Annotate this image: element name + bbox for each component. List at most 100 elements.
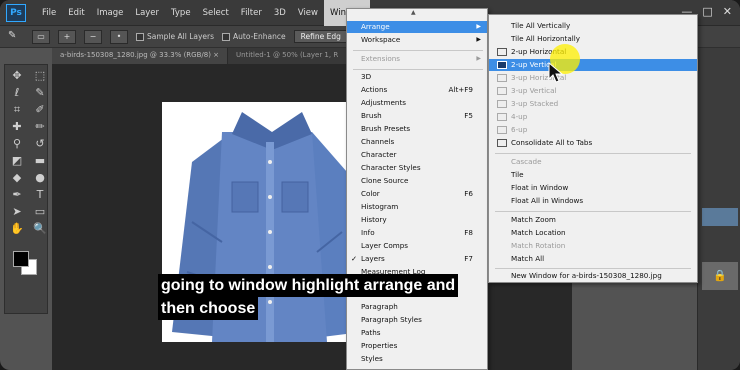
menu-type[interactable]: Type [165, 0, 197, 26]
menu-item-3up-stacked[interactable]: 3-up Stacked [489, 98, 697, 110]
menu-item-match-all[interactable]: Match All [489, 253, 697, 265]
menu-item-character-styles[interactable]: Character Styles [347, 162, 487, 174]
menu-item-extensions[interactable]: Extensions ▶ [347, 53, 487, 65]
menu-item-3up-vertical[interactable]: 3-up Vertical [489, 85, 697, 97]
menu-item-float-in-window[interactable]: Float in Window [489, 182, 697, 194]
crop-tool-icon[interactable]: ⌗ [7, 103, 27, 117]
menu-item-label: Layer Comps [361, 241, 409, 250]
pen-tool-icon[interactable]: ✒ [7, 188, 27, 202]
menu-layer[interactable]: Layer [129, 0, 165, 26]
menu-filter[interactable]: Filter [235, 0, 268, 26]
type-tool-icon[interactable]: T [30, 188, 50, 202]
menu-item-match-zoom[interactable]: Match Zoom [489, 214, 697, 226]
menu-item-character[interactable]: Character [347, 149, 487, 161]
menu-item-3d[interactable]: 3D [347, 71, 487, 83]
brush-tool-icon[interactable]: ✏ [30, 120, 50, 134]
new-selection-icon[interactable]: ▭ [32, 29, 50, 44]
panel-tab-highlight[interactable] [702, 208, 738, 226]
menu-item-tile[interactable]: Tile [489, 169, 697, 181]
menu-item-label: Character Styles [361, 163, 421, 172]
menu-item-clone-source[interactable]: Clone Source [347, 175, 487, 187]
rectangle-tool-icon[interactable]: ▭ [30, 205, 50, 219]
blur-tool-icon[interactable]: ◆ [7, 171, 27, 185]
menu-item-color[interactable]: Color F6 [347, 188, 487, 200]
quick-selection-tool-icon[interactable]: ✎ [30, 86, 50, 100]
menu-item-adjustments[interactable]: Adjustments [347, 97, 487, 109]
menu-image[interactable]: Image [91, 0, 130, 26]
menu-item-label: 3-up Vertical [511, 86, 557, 95]
submenu-arrow-icon: ▶ [476, 36, 481, 43]
menu-item-layer-comps[interactable]: Layer Comps [347, 240, 487, 252]
menu-item-2up-horizontal[interactable]: 2-up Horizontal [489, 46, 697, 58]
lasso-tool-icon[interactable]: ℓ [7, 86, 27, 100]
layer-lock-icon[interactable]: 🔒 [702, 262, 738, 290]
tab-untitled-document[interactable]: Untitled-1 @ 50% (Layer 1, R [228, 48, 348, 64]
brush-size-icon[interactable]: • [110, 29, 128, 44]
menu-view[interactable]: View [292, 0, 324, 26]
menu-item-consolidate-all-to-tabs[interactable]: Consolidate All to Tabs [489, 137, 697, 149]
zoom-tool-icon[interactable]: 🔍 [30, 222, 50, 236]
menu-item-match-location[interactable]: Match Location [489, 227, 697, 239]
check-icon: ✓ [351, 254, 358, 263]
quick-selection-tool-icon[interactable]: ✎ [8, 30, 24, 44]
history-brush-tool-icon[interactable]: ↺ [30, 137, 50, 151]
tab-birds-document[interactable]: a-birds-150308_1280.jpg @ 33.3% (RGB/8) … [52, 48, 229, 64]
menu-file[interactable]: File [36, 0, 62, 26]
menu-select[interactable]: Select [197, 0, 235, 26]
marquee-tool-icon[interactable]: ⬚ [30, 69, 50, 83]
submenu-arrow-icon: ▶ [476, 23, 481, 30]
menu-edit[interactable]: Edit [62, 0, 90, 26]
clone-stamp-tool-icon[interactable]: ⚲ [7, 137, 27, 151]
path-selection-tool-icon[interactable]: ➤ [7, 205, 27, 219]
hand-tool-icon[interactable]: ✋ [7, 222, 27, 236]
menu-item-label: Character [361, 150, 397, 159]
subtract-selection-icon[interactable]: − [84, 29, 102, 44]
foreground-color-swatch[interactable] [13, 251, 29, 267]
dodge-tool-icon[interactable]: ● [30, 171, 50, 185]
refine-edge-button[interactable]: Refine Edg [293, 30, 348, 43]
menu-item-2up-vertical[interactable]: 2-up Vertical [489, 59, 697, 71]
shortcut-label: F6 [464, 189, 473, 198]
menu-item-workspace[interactable]: Workspace ▶ [347, 34, 487, 46]
menu-item-label: Brush Presets [361, 124, 411, 133]
eraser-tool-icon[interactable]: ◩ [7, 154, 27, 168]
auto-enhance-checkbox[interactable]: Auto-Enhance [222, 32, 286, 41]
menu-item-cascade[interactable]: Cascade [489, 156, 697, 168]
menu-item-info[interactable]: Info F8 [347, 227, 487, 239]
scroll-up-arrow-icon[interactable]: ▲ [411, 9, 416, 16]
menu-item-label: Float All in Windows [511, 196, 584, 205]
menu-item-history[interactable]: History [347, 214, 487, 226]
menu-item-channels[interactable]: Channels [347, 136, 487, 148]
menu-item-paths[interactable]: Paths [347, 327, 487, 339]
menu-item-new-window[interactable]: New Window for a-birds-150308_1280.jpg [489, 270, 697, 282]
gradient-tool-icon[interactable]: ▬ [30, 154, 50, 168]
menu-item-properties[interactable]: Properties [347, 340, 487, 352]
add-selection-icon[interactable]: + [58, 29, 76, 44]
close-icon[interactable]: ✕ [723, 5, 732, 18]
menu-item-3up-horizontal[interactable]: 3-up Horizontal [489, 72, 697, 84]
menu-item-float-all-in-windows[interactable]: Float All in Windows [489, 195, 697, 207]
menu-item-layers[interactable]: ✓ Layers F7 [347, 253, 487, 265]
menu-item-arrange[interactable]: Arrange ▶ [347, 21, 487, 33]
move-tool-icon[interactable]: ✥ [7, 69, 27, 83]
photoshop-window: Ps File Edit Image Layer Type Select Fil… [0, 0, 740, 370]
menu-item-styles[interactable]: Styles [347, 353, 487, 365]
menu-item-actions[interactable]: Actions Alt+F9 [347, 84, 487, 96]
menu-item-match-rotation[interactable]: Match Rotation [489, 240, 697, 252]
menu-item-tile-all-horizontally[interactable]: Tile All Horizontally [489, 33, 697, 45]
layout-2up-horizontal-icon [497, 48, 507, 56]
menu-separator [353, 69, 483, 70]
menu-item-histogram[interactable]: Histogram [347, 201, 487, 213]
menu-item-tile-all-vertically[interactable]: Tile All Vertically [489, 20, 697, 32]
menu-item-brush[interactable]: Brush F5 [347, 110, 487, 122]
maximize-icon[interactable]: □ [702, 5, 712, 18]
menu-item-label: Adjustments [361, 98, 407, 107]
healing-brush-tool-icon[interactable]: ✚ [7, 120, 27, 134]
menu-3d[interactable]: 3D [268, 0, 292, 26]
menu-item-6up[interactable]: 6-up [489, 124, 697, 136]
menu-item-4up[interactable]: 4-up [489, 111, 697, 123]
menu-item-label: Consolidate All to Tabs [511, 138, 593, 147]
eyedropper-tool-icon[interactable]: ✐ [30, 103, 50, 117]
sample-all-layers-checkbox[interactable]: Sample All Layers [136, 32, 214, 41]
menu-item-brush-presets[interactable]: Brush Presets [347, 123, 487, 135]
